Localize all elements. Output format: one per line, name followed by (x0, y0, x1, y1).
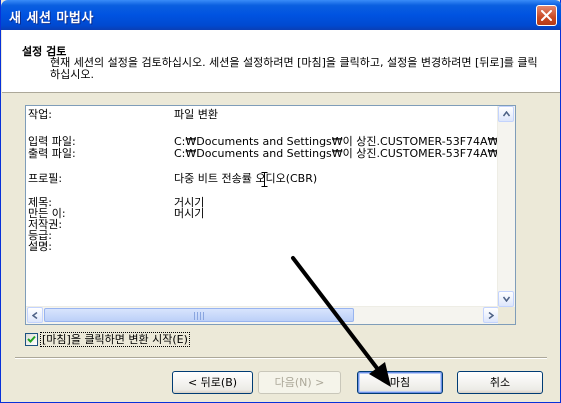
ibeam-cursor-icon (261, 172, 268, 187)
page-description: 현재 세션의 설정을 검토하십시오. 세션을 설정하려면 [마침]을 클릭하고,… (50, 56, 538, 81)
summary-content: 작업: 파일 변환 입력 파일: C:₩Documents and Settin… (26, 106, 515, 304)
title-bar[interactable]: 새 세션 마법사 (1, 0, 561, 30)
back-button[interactable]: < 뒤로(B) (172, 371, 253, 394)
close-button[interactable] (536, 5, 557, 26)
start-on-finish-label[interactable]: [마침]을 클릭하면 변환 시작(E) (40, 332, 190, 347)
chevron-down-icon (503, 296, 510, 302)
cancel-button[interactable]: 취소 (457, 371, 543, 394)
settings-summary-box[interactable]: 작업: 파일 변환 입력 파일: C:₩Documents and Settin… (25, 105, 516, 325)
horizontal-scrollbar[interactable] (26, 306, 499, 324)
start-on-finish-checkbox[interactable] (25, 333, 38, 346)
scrollbar-corner (498, 307, 515, 324)
scroll-up-button[interactable] (498, 106, 514, 122)
summary-value: C:₩Documents and Settings₩이 상진.CUSTOMER-… (174, 147, 507, 160)
scroll-down-button[interactable] (498, 291, 514, 307)
window-title: 새 세션 마법사 (9, 11, 94, 26)
summary-value: 머시기 (174, 207, 205, 220)
wizard-window: 새 세션 마법사 설정 검토 현재 세션의 설정을 검토하십시오. 세션을 설정… (0, 0, 561, 403)
summary-key: 프로필: (28, 172, 63, 185)
summary-value: 다중 비트 전송률 오디오(CBR) (174, 172, 318, 185)
checkmark-icon (27, 335, 36, 343)
summary-value: 파일 변환 (174, 108, 218, 121)
summary-key: 출력 파일: (28, 147, 76, 160)
scroll-right-button[interactable] (483, 307, 499, 323)
chevron-left-icon (32, 312, 38, 319)
summary-key: 작업: (28, 108, 52, 121)
button-separator (15, 357, 547, 359)
scroll-left-button[interactable] (27, 307, 43, 323)
next-button[interactable]: 다음(N) > (258, 371, 341, 394)
close-icon (541, 10, 552, 21)
summary-key: 설명: (28, 240, 52, 253)
chevron-up-icon (503, 111, 510, 117)
horizontal-scroll-thumb[interactable] (44, 308, 354, 322)
vertical-scrollbar[interactable] (497, 106, 515, 307)
chevron-right-icon (488, 312, 494, 319)
finish-button[interactable]: 마침 (357, 371, 443, 394)
